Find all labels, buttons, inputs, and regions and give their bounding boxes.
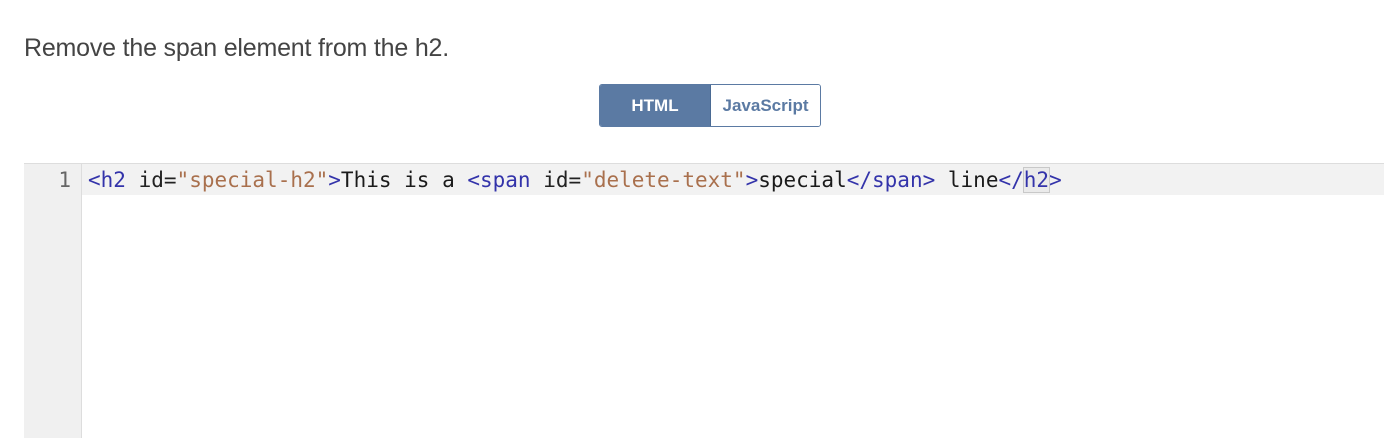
code-token-string: "special-h2": [176, 168, 329, 192]
code-line[interactable]: <h2 id="special-h2">This is a <span id="…: [88, 166, 1062, 194]
tab-html[interactable]: HTML: [600, 85, 711, 126]
code-token-text: This is a: [340, 168, 468, 192]
code-token-tag: <h2: [88, 168, 126, 192]
code-token-tag: >: [745, 168, 759, 192]
code-token-equals: =: [163, 168, 177, 192]
tab-javascript[interactable]: JavaScript: [711, 85, 820, 126]
instruction-text: Remove the span element from the h2.: [24, 34, 449, 62]
code-token-tag: </: [998, 168, 1024, 192]
matched-tag-highlight: h2: [1022, 167, 1051, 193]
code-token-text: special: [758, 168, 847, 192]
code-token-equals: =: [568, 168, 582, 192]
editor-gutter: 1: [24, 164, 82, 438]
code-token-attribute: id: [138, 168, 164, 192]
line-number: 1: [58, 168, 71, 192]
language-tab-group: HTML JavaScript: [599, 84, 821, 127]
code-token-string: "delete-text": [581, 168, 746, 192]
code-token-attribute: id: [543, 168, 569, 192]
code-token-tag: >: [1049, 168, 1062, 192]
code-token-tag: >: [328, 168, 341, 192]
code-token-text: line: [935, 168, 999, 192]
code-token-tag: <span: [467, 168, 531, 192]
code-editor[interactable]: 1 <h2 id="special-h2">This is a <span id…: [24, 163, 1384, 438]
code-token-tag: </span>: [846, 168, 936, 192]
